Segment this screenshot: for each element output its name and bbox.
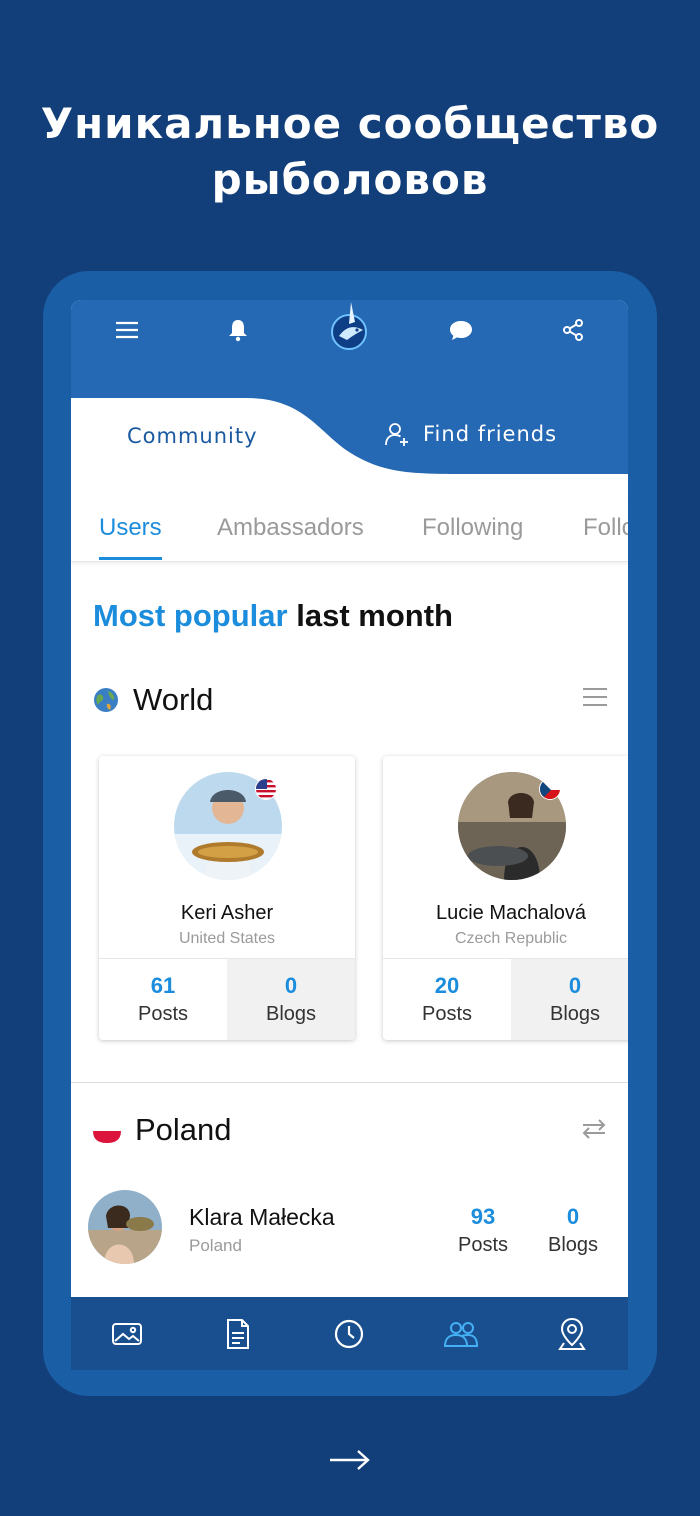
- user-stats: 20 Posts 0 Blogs: [383, 958, 628, 1040]
- menu-icon[interactable]: [109, 312, 145, 348]
- next-arrow-button[interactable]: [328, 1445, 372, 1475]
- user-card[interactable]: Keri Asher United States 61 Posts 0 Blog…: [99, 756, 355, 1040]
- tab-find-friends[interactable]: Find friends: [383, 420, 557, 448]
- document-icon[interactable]: [218, 1314, 258, 1354]
- gallery-icon[interactable]: [107, 1314, 147, 1354]
- section-title: Most popular last month: [93, 598, 453, 634]
- world-label: World: [133, 682, 214, 717]
- subtab-ambassadors[interactable]: Ambassadors: [217, 514, 364, 542]
- app-screen: Community Find friends Users Ambassadors…: [71, 300, 628, 1370]
- subtab-following[interactable]: Following: [422, 514, 523, 542]
- switch-region-icon[interactable]: [580, 1116, 608, 1146]
- user-name: Keri Asher: [180, 902, 274, 924]
- blogs-stat[interactable]: 0 Blogs: [533, 1204, 613, 1257]
- headline-line-2: рыболовов: [211, 155, 489, 204]
- marlin-logo[interactable]: [325, 300, 375, 356]
- posts-count: 93: [470, 1204, 496, 1229]
- list-item[interactable]: Klara Małecka Poland 93 Posts 0 Blogs: [71, 1188, 628, 1268]
- posts-label: Posts: [457, 1234, 509, 1256]
- user-stats: 61 Posts 0 Blogs: [99, 958, 355, 1040]
- posts-label: Posts: [421, 1003, 473, 1025]
- location-icon[interactable]: [552, 1314, 592, 1354]
- share-icon[interactable]: [555, 312, 591, 348]
- sub-tabs: Users Ambassadors Following Follo: [71, 500, 628, 562]
- blogs-stat[interactable]: 0 Blogs: [511, 959, 628, 1040]
- add-friend-icon: [385, 423, 408, 446]
- posts-stat[interactable]: 20 Posts: [383, 959, 511, 1040]
- subtab-followers[interactable]: Follo: [583, 514, 628, 542]
- user-country: United States: [178, 930, 276, 947]
- posts-stat[interactable]: 61 Posts: [99, 959, 227, 1040]
- poland-label: Poland: [135, 1112, 232, 1147]
- blogs-count: 0: [284, 973, 298, 998]
- blogs-stat[interactable]: 0 Blogs: [227, 959, 355, 1040]
- poland-region-header: Poland: [93, 1110, 608, 1150]
- blogs-label: Blogs: [547, 1234, 599, 1256]
- bell-icon[interactable]: [220, 312, 256, 348]
- top-bar: Community Find friends: [71, 300, 628, 478]
- blogs-count: 0: [568, 973, 582, 998]
- section-divider: [71, 1082, 628, 1083]
- posts-label: Posts: [137, 1003, 189, 1025]
- czech-flag-icon: [539, 778, 561, 800]
- user-country: Czech Republic: [454, 930, 568, 947]
- posts-stat[interactable]: 93 Posts: [443, 1204, 523, 1257]
- bottom-nav: [71, 1297, 628, 1370]
- us-flag-icon: [255, 778, 277, 800]
- blogs-label: Blogs: [549, 1003, 601, 1025]
- globe-icon: [94, 688, 118, 712]
- find-friends-label: Find friends: [423, 422, 558, 446]
- tab-community[interactable]: Community: [127, 424, 258, 448]
- user-name: Lucie Machalová: [435, 902, 587, 924]
- posts-count: 20: [434, 973, 460, 998]
- active-tab-indicator: [99, 557, 162, 560]
- subtab-users[interactable]: Users: [99, 514, 162, 542]
- poland-flag-icon: [93, 1131, 121, 1143]
- user-card[interactable]: Lucie Machalová Czech Republic 20 Posts …: [383, 756, 628, 1040]
- headline-line-1: Уникальное сообщество: [40, 99, 660, 148]
- section-title-highlight: Most popular: [93, 598, 288, 633]
- user-name: Klara Małecka: [189, 1204, 335, 1230]
- blogs-label: Blogs: [265, 1003, 317, 1025]
- promo-headline: Уникальное сообщество рыболовов: [0, 96, 700, 208]
- section-title-rest: last month: [296, 598, 453, 633]
- world-region-header: World: [93, 680, 608, 720]
- avatar[interactable]: [88, 1190, 162, 1264]
- chat-icon[interactable]: [443, 312, 479, 348]
- community-icon[interactable]: [441, 1314, 481, 1354]
- clock-icon[interactable]: [329, 1314, 369, 1354]
- posts-count: 61: [150, 973, 176, 998]
- blogs-count: 0: [566, 1204, 580, 1229]
- user-country: Poland: [189, 1236, 242, 1255]
- arrow-right-icon: [330, 1450, 370, 1470]
- list-view-icon[interactable]: [582, 686, 608, 712]
